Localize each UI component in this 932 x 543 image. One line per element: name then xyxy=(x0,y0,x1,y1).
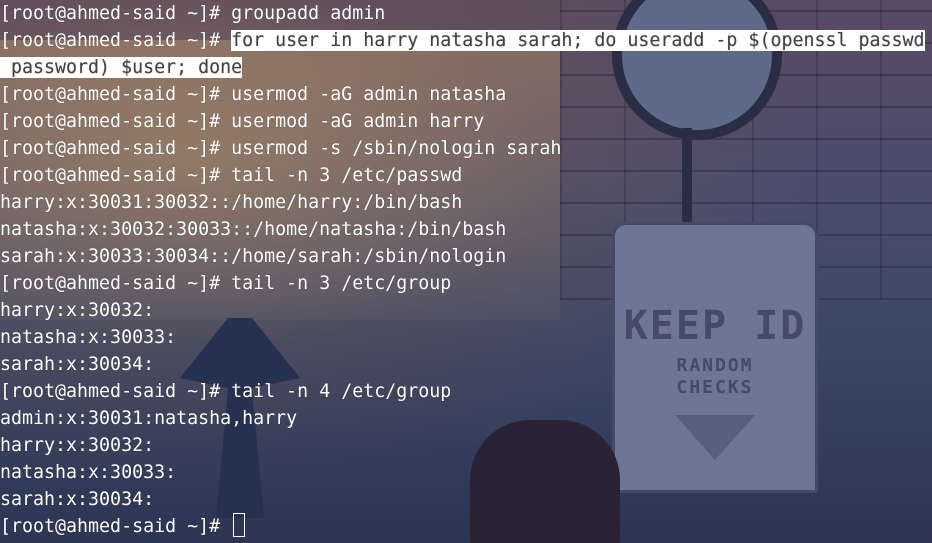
command-text: usermod -aG admin natasha xyxy=(231,84,507,105)
shell-prompt: [root@ahmed-said ~]# xyxy=(0,138,232,159)
terminal-output[interactable]: [root@ahmed-said ~]# groupadd admin [root… xyxy=(0,0,932,540)
shell-prompt: [root@ahmed-said ~]# xyxy=(0,30,232,51)
output-text: harry:x:30031:30032::/home/harry:/bin/ba… xyxy=(0,192,463,213)
selected-text: password) $user; done xyxy=(0,57,243,78)
terminal-command-line: [root@ahmed-said ~]# tail -n 4 /etc/grou… xyxy=(0,378,932,405)
terminal-output-line: harry:x:30031:30032::/home/harry:/bin/ba… xyxy=(0,189,932,216)
shell-prompt: [root@ahmed-said ~]# xyxy=(0,165,232,186)
terminal-output-line: sarah:x:30034: xyxy=(0,486,932,513)
terminal-command-line: [root@ahmed-said ~]# tail -n 3 /etc/grou… xyxy=(0,270,932,297)
terminal-output-line: natasha:x:30033: xyxy=(0,459,932,486)
output-text: natasha:x:30032:30033::/home/natasha:/bi… xyxy=(0,219,507,240)
terminal-command-line: [root@ahmed-said ~]# usermod -s /sbin/no… xyxy=(0,135,932,162)
terminal-output-line: sarah:x:30034: xyxy=(0,351,932,378)
terminal-cursor[interactable] xyxy=(233,513,246,537)
command-text: tail -n 3 /etc/passwd xyxy=(231,165,463,186)
output-text: sarah:x:30034: xyxy=(0,489,155,510)
terminal-output-line: sarah:x:30033:30034::/home/sarah:/sbin/n… xyxy=(0,243,932,270)
command-text: groupadd admin xyxy=(231,3,386,24)
terminal-command-line: [root@ahmed-said ~]# xyxy=(0,513,932,540)
command-text: usermod -s /sbin/nologin sarah xyxy=(231,138,562,159)
terminal-window[interactable]: KEEP ID RANDOM CHECKS [root@ahmed-said ~… xyxy=(0,0,932,543)
terminal-output-line: password) $user; done xyxy=(0,54,932,81)
command-text: tail -n 4 /etc/group xyxy=(231,381,452,402)
shell-prompt: [root@ahmed-said ~]# xyxy=(0,111,232,132)
shell-prompt: [root@ahmed-said ~]# xyxy=(0,516,232,537)
terminal-output-line: harry:x:30032: xyxy=(0,432,932,459)
shell-prompt: [root@ahmed-said ~]# xyxy=(0,273,232,294)
shell-prompt: [root@ahmed-said ~]# xyxy=(0,84,232,105)
command-text: tail -n 3 /etc/group xyxy=(231,273,452,294)
terminal-command-line: [root@ahmed-said ~]# groupadd admin xyxy=(0,0,932,27)
output-text: sarah:x:30034: xyxy=(0,354,155,375)
terminal-output-line: natasha:x:30032:30033::/home/natasha:/bi… xyxy=(0,216,932,243)
shell-prompt: [root@ahmed-said ~]# xyxy=(0,381,232,402)
terminal-command-line: [root@ahmed-said ~]# tail -n 3 /etc/pass… xyxy=(0,162,932,189)
output-text: sarah:x:30033:30034::/home/sarah:/sbin/n… xyxy=(0,246,507,267)
terminal-output-line: harry:x:30032: xyxy=(0,297,932,324)
output-text: harry:x:30032: xyxy=(0,435,155,456)
terminal-command-line: [root@ahmed-said ~]# usermod -aG admin n… xyxy=(0,81,932,108)
terminal-command-line: [root@ahmed-said ~]# usermod -aG admin h… xyxy=(0,108,932,135)
terminal-command-line: [root@ahmed-said ~]# for user in harry n… xyxy=(0,27,932,54)
command-text: usermod -aG admin harry xyxy=(231,111,485,132)
terminal-output-line: admin:x:30031:natasha,harry xyxy=(0,405,932,432)
output-text: natasha:x:30033: xyxy=(0,327,177,348)
output-text: harry:x:30032: xyxy=(0,300,155,321)
output-text: admin:x:30031:natasha,harry xyxy=(0,408,298,429)
selected-text: for user in harry natasha sarah; do user… xyxy=(231,30,925,51)
terminal-output-line: natasha:x:30033: xyxy=(0,324,932,351)
output-text: natasha:x:30033: xyxy=(0,462,177,483)
shell-prompt: [root@ahmed-said ~]# xyxy=(0,3,232,24)
